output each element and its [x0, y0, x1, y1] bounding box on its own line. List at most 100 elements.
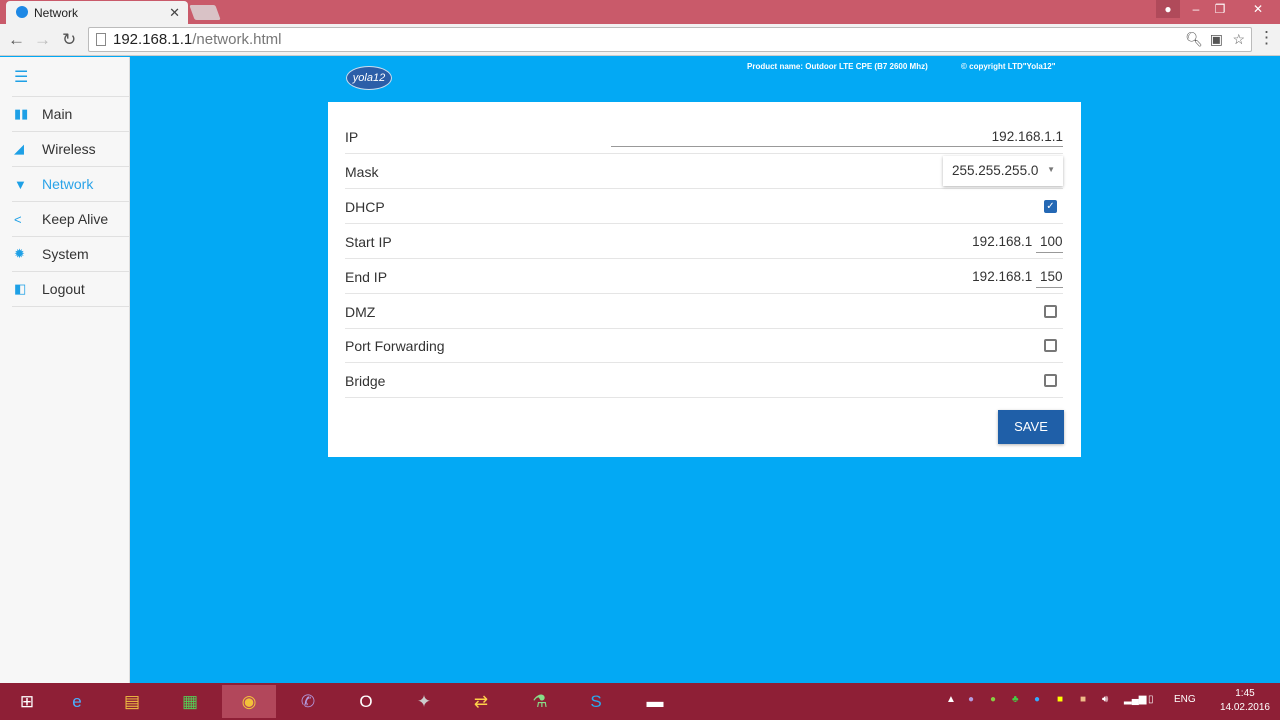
sidebar-item-logout[interactable]: ◧ Logout [12, 272, 129, 307]
date: 14.02.2016 [1219, 702, 1270, 713]
share-icon: < [14, 211, 22, 227]
logo: yola12 [346, 66, 392, 90]
start-ip-input[interactable]: 100 [1036, 234, 1063, 253]
sidebar-item-label: Network [42, 176, 94, 192]
dmz-checkbox[interactable] [1044, 305, 1057, 318]
sidebar-item-main[interactable]: ▮▮ Main [12, 97, 129, 132]
signal-icon: ◢ [14, 141, 24, 156]
mask-select[interactable]: 255.255.255.0 ▼ [943, 156, 1063, 186]
file-explorer-icon[interactable]: ▤ [105, 685, 159, 718]
logout-icon: ◧ [14, 281, 27, 296]
star-icon[interactable]: ☆ [1232, 31, 1245, 48]
new-tab-button[interactable] [189, 5, 221, 20]
app-icon[interactable]: ⚗ [513, 685, 567, 718]
sidebar-item-label: Logout [42, 281, 85, 297]
url-path: /network.html [192, 31, 282, 48]
start-ip-prefix: 192.168.1 [972, 234, 1033, 249]
start-ip-row: Start IP 192.168.1 100 [345, 224, 1063, 259]
port-forwarding-row: Port Forwarding [345, 328, 1063, 363]
sidebar: ☰ ▮▮ Main ◢ Wireless ▼ Network < Keep Alive … [0, 57, 130, 683]
chevron-down-icon: ▼ [1047, 165, 1055, 174]
telegram-icon[interactable]: ● [1034, 694, 1040, 705]
tray-app-icon[interactable]: ● [990, 694, 996, 705]
sidebar-item-wireless[interactable]: ◢ Wireless [12, 132, 129, 167]
end-ip-prefix: 192.168.1 [972, 269, 1033, 284]
start-icon[interactable]: ⊞ [0, 685, 54, 718]
chrome-menu-icon[interactable]: ⋮ [1258, 28, 1275, 48]
chrome-icon[interactable]: ◉ [222, 685, 276, 718]
tray-app-icon[interactable]: ♣ [1012, 694, 1019, 705]
browser-toolbar: ← → ↻ 192.168.1.1/network.html 🔍︎ ▣ ☆ ⋮ [0, 24, 1280, 56]
cmd-icon[interactable]: ▬ [628, 685, 682, 718]
taskbar: ⊞ e ▤ ▦ ◉ ✆ O ✦ ⇄ ⚗ S ▬ ▲ ● ● ♣ ● ■ ■ 🔊︎… [0, 683, 1280, 720]
viber-icon[interactable]: ✆ [281, 685, 335, 718]
sidebar-item-label: Keep Alive [42, 211, 109, 227]
mask-row: Mask 255.255.255.0 ▼ [345, 154, 1063, 189]
zoom-icon[interactable]: 🔍︎ [1185, 31, 1203, 48]
dmz-label: DMZ [345, 304, 376, 320]
page-icon [96, 33, 106, 46]
tray-app-icon[interactable]: ■ [1080, 694, 1086, 705]
address-bar[interactable]: 192.168.1.1/network.html 🔍︎ ▣ ☆ [88, 27, 1252, 52]
ie-icon[interactable]: e [50, 685, 104, 718]
language-indicator[interactable]: ENG [1174, 694, 1196, 705]
mask-label: Mask [345, 164, 379, 180]
back-icon[interactable]: ← [8, 30, 25, 50]
close-window-button[interactable]: ✕ [1236, 0, 1280, 18]
show-hidden-icons[interactable]: ▲ [946, 694, 956, 705]
copyright: © copyright LTD"Yola12" [961, 62, 1056, 71]
hamburger-menu-icon[interactable]: ☰ [12, 57, 129, 97]
port-forwarding-label: Port Forwarding [345, 338, 445, 354]
dmz-row: DMZ [345, 294, 1063, 329]
viber-tray-icon[interactable]: ● [968, 694, 974, 705]
restore-button[interactable]: ❐ [1208, 0, 1232, 18]
end-ip-input[interactable]: 150 [1036, 269, 1063, 288]
tray-app-icon[interactable]: ■ [1057, 694, 1063, 705]
gear-icon: ✹ [14, 246, 25, 261]
end-ip-row: End IP 192.168.1 150 [345, 259, 1063, 294]
skype-icon[interactable]: S [569, 685, 623, 718]
clock[interactable]: 1:45 14.02.2016 [1220, 687, 1270, 715]
opera-icon[interactable]: O [339, 685, 393, 718]
url-host: 192.168.1.1 [113, 31, 193, 48]
close-tab-icon[interactable]: ✕ [169, 5, 180, 21]
bridge-label: Bridge [345, 373, 386, 389]
sidebar-item-label: Wireless [42, 141, 96, 157]
sidebar-item-system[interactable]: ✹ System [12, 237, 129, 272]
wifi-icon: ▼ [14, 176, 27, 192]
sidebar-item-label: Main [42, 106, 73, 122]
gear-icon [16, 6, 28, 18]
product-name: Product name: Outdoor LTE CPE (B7 2600 M… [747, 62, 928, 71]
ip-row: IP 192.168.1.1 [345, 119, 1063, 154]
sidebar-item-network[interactable]: ▼ Network [12, 167, 129, 202]
reload-icon[interactable]: ↻ [62, 30, 76, 50]
browser-titlebar: Network ✕ ● – ❐ ✕ [0, 0, 1280, 24]
dhcp-checkbox[interactable]: ✓ [1044, 200, 1057, 213]
dhcp-row: DHCP ✓ [345, 189, 1063, 224]
network-tool-icon[interactable]: ⇄ [454, 685, 508, 718]
store-icon[interactable]: ▦ [163, 685, 217, 718]
ip-label: IP [345, 129, 359, 145]
save-button[interactable]: SAVE [998, 410, 1064, 444]
translate-icon[interactable]: ▣ [1210, 31, 1223, 48]
network-form: IP 192.168.1.1 Mask 255.255.255.0 ▼ DHCP … [328, 102, 1081, 457]
end-ip-label: End IP [345, 269, 388, 285]
battery-icon[interactable]: ▯ [1148, 694, 1154, 705]
port-forwarding-checkbox[interactable] [1044, 339, 1057, 352]
dhcp-label: DHCP [345, 199, 385, 215]
bridge-row: Bridge [345, 363, 1063, 398]
minimize-button[interactable]: – [1184, 0, 1208, 18]
ip-input[interactable] [611, 146, 1063, 147]
forward-icon[interactable]: → [34, 30, 51, 50]
user-icon[interactable]: ● [1156, 0, 1180, 18]
ip-value[interactable]: 192.168.1.1 [992, 129, 1063, 144]
bar-chart-icon: ▮▮ [14, 106, 29, 121]
volume-icon[interactable]: 🔊︎ [1102, 694, 1108, 705]
sidebar-item-label: System [42, 246, 89, 262]
app-icon[interactable]: ✦ [397, 685, 451, 718]
browser-tab[interactable]: Network ✕ [6, 1, 188, 24]
time: 1:45 [1235, 688, 1255, 699]
signal-strength-icon[interactable]: ▂▄▆ [1124, 694, 1146, 705]
sidebar-item-keep-alive[interactable]: < Keep Alive [12, 202, 129, 237]
bridge-checkbox[interactable] [1044, 374, 1057, 387]
